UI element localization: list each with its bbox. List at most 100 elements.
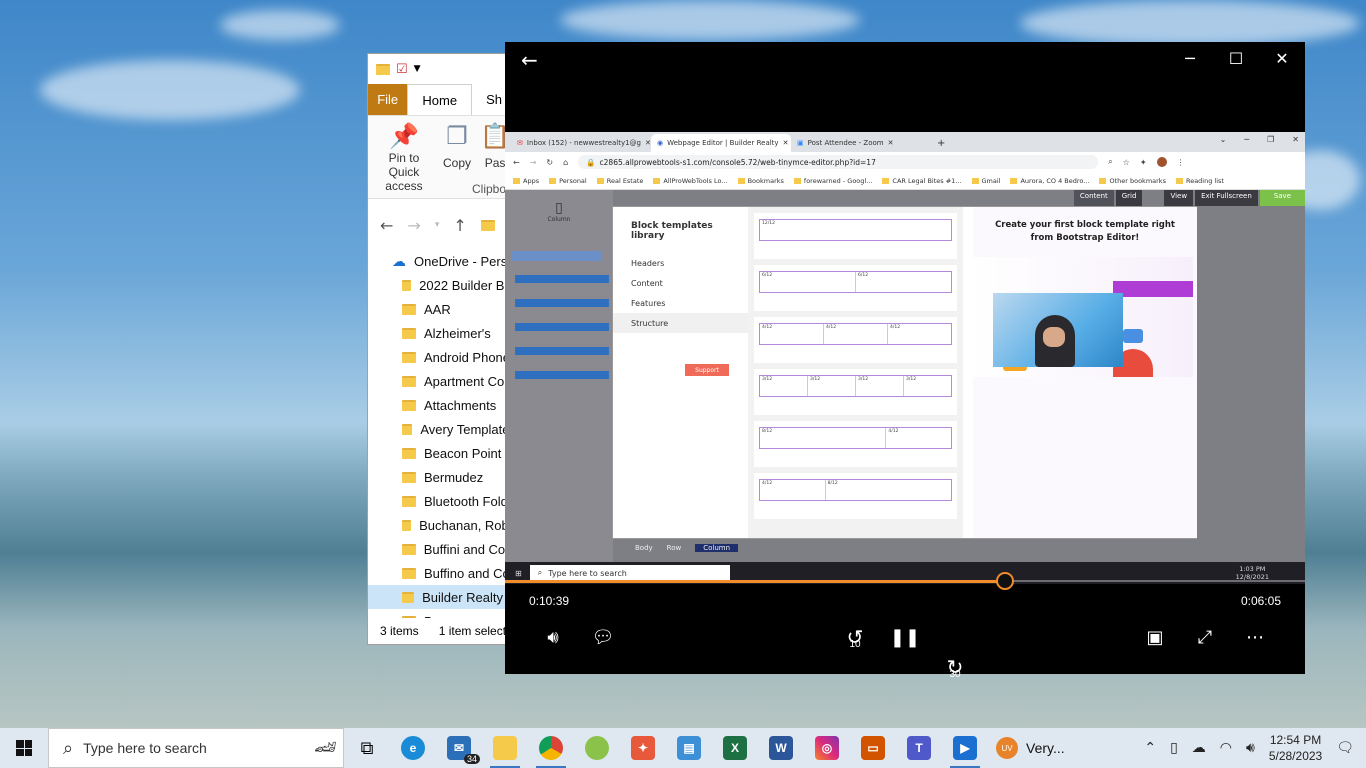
column-label: Column — [547, 216, 571, 223]
category-item: Features — [631, 298, 666, 308]
seek-bar[interactable] — [505, 572, 1305, 590]
file-explorer-button[interactable] — [482, 728, 528, 768]
tree-item-label: Bermudez — [424, 469, 484, 485]
tree-item-folder[interactable]: Buffino and Co — [368, 561, 516, 585]
category-item: Structure — [613, 313, 748, 333]
subtitles-icon[interactable]: 💬︎ — [583, 622, 623, 652]
tree-item-folder[interactable]: Builder Realty C — [368, 585, 516, 609]
bookmark-folder-icon — [513, 177, 520, 184]
media-player-window: ← ─ ☐ ✕ ✉ Inbox (152) - newwestrealty1@g ✕… — [505, 42, 1305, 680]
more-options-icon[interactable]: ⋯ — [1235, 622, 1275, 652]
maximize-icon[interactable]: ☐ — [1213, 42, 1259, 74]
video-omnibox-bar: ← → ↻ ⌂ 🔒 c2865.allprowebtools-s1.com/con… — [505, 152, 1305, 172]
pause-icon: ❚❚ — [889, 626, 921, 648]
back-icon[interactable]: ← — [380, 216, 393, 235]
tree-item-folder[interactable]: Avery Templates — [368, 417, 516, 441]
wifi-icon[interactable]: ◠ — [1220, 740, 1232, 756]
template-column: 8/12 — [760, 428, 887, 448]
app-button[interactable]: ✦ — [620, 728, 666, 768]
bookmark-item: Other bookmarks — [1099, 177, 1166, 185]
pause-button[interactable]: ❚❚ — [885, 622, 925, 652]
app-button[interactable] — [574, 728, 620, 768]
elapsed-time: 0:10:39 — [529, 594, 570, 608]
mini-view-icon[interactable]: ▣ — [1135, 622, 1175, 652]
size-bar — [515, 323, 609, 331]
video-frame[interactable]: ✉ Inbox (152) - newwestrealty1@g ✕ ◉ Webpag… — [505, 132, 1305, 584]
seek-thumb[interactable] — [996, 572, 1014, 590]
forward-icon[interactable]: → — [407, 216, 420, 235]
template-card: 3/12 3/12 3/12 3/12 — [754, 369, 957, 415]
app-button[interactable]: ▤ — [666, 728, 712, 768]
tree-item-folder[interactable]: Alzheimer's — [368, 321, 516, 345]
explorer-titlebar: ☑ ▼ — [368, 54, 516, 84]
folder-icon — [402, 423, 413, 435]
close-icon: ✕ — [645, 139, 651, 147]
bookmark-item: Aurora, CO 4 Bedro... — [1010, 177, 1089, 185]
tree-item-folder[interactable]: Bermudez — [368, 465, 516, 489]
tree-item-folder[interactable]: 2022 Builder Bre — [368, 273, 516, 297]
skip-forward-button[interactable]: ↻ 30 — [935, 652, 975, 682]
taskbar-clock[interactable]: 12:54 PM 5/28/2023 — [1269, 732, 1322, 764]
tree-item-folder[interactable]: Bluetooth Folde — [368, 489, 516, 513]
edge-button[interactable]: e — [390, 728, 436, 768]
chevron-down-icon[interactable]: ▼ — [414, 64, 421, 74]
teams-button[interactable]: T — [896, 728, 942, 768]
close-icon[interactable]: ✕ — [1259, 42, 1305, 74]
copy-button[interactable]: ❐ Copy — [440, 122, 474, 192]
chevron-down-icon[interactable]: ▾ — [435, 220, 440, 230]
notifications-icon[interactable]: 🗨︎ — [1336, 740, 1354, 756]
word-icon: W — [769, 736, 793, 760]
instagram-button[interactable]: ◎ — [804, 728, 850, 768]
template-card: 12/12 — [754, 213, 957, 259]
weather-widget[interactable]: UV Very... — [996, 737, 1065, 759]
onedrive-icon[interactable]: ☁ — [1192, 740, 1206, 756]
properties-icon[interactable]: ☑ — [396, 62, 408, 77]
tree-item-folder[interactable]: Android Phone — [368, 345, 516, 369]
category-item: Headers — [631, 258, 665, 268]
teams-icon: T — [907, 736, 931, 760]
tab-file[interactable]: File — [368, 84, 408, 115]
window-controls: ─ ☐ ✕ — [1167, 42, 1305, 74]
back-arrow-icon[interactable]: ← — [521, 48, 538, 72]
forward-icon: → — [529, 157, 537, 167]
desktop-cloud — [220, 10, 340, 40]
tree-item-folder[interactable]: Apartment Com — [368, 369, 516, 393]
tree-item-label: Buffino and Co — [424, 565, 510, 581]
chrome-button[interactable] — [528, 728, 574, 768]
tree-item-label: Apartment Com — [424, 373, 516, 389]
copy-label: Copy — [442, 156, 471, 170]
task-view-button[interactable]: ⧉ — [344, 728, 390, 768]
tree-item-folder[interactable]: Buffini and Com — [368, 537, 516, 561]
tree-item-onedrive[interactable]: ☁ OneDrive - Person — [368, 249, 516, 273]
folder-list: 2022 Builder Bre AAR Alzheimer's Android Ph… — [368, 273, 516, 633]
chevron-up-icon[interactable]: ⌃ — [1144, 740, 1156, 756]
editor-left-panel: ▯ Column — [505, 190, 613, 562]
taskbar-search[interactable]: ⌕ Type here to search 🏎 — [48, 728, 344, 768]
skip-back-button[interactable]: ↺ 10 — [835, 622, 875, 652]
tree-item-folder[interactable]: Buchanan, Robe — [368, 513, 516, 537]
movies-tv-button[interactable]: ▶ — [942, 728, 988, 768]
minimize-icon[interactable]: ─ — [1167, 42, 1213, 74]
tree-item-folder[interactable]: AAR — [368, 297, 516, 321]
template-row: 4/12 8/12 — [759, 479, 952, 501]
mail-button[interactable]: ✉ 34 — [436, 728, 482, 768]
pin-icon: 📌 — [389, 123, 419, 150]
pin-to-quick-access-button[interactable]: 📌 Pin to Quick access — [374, 122, 434, 193]
excel-button[interactable]: X — [712, 728, 758, 768]
editor-breadcrumb: Body Row Column — [635, 544, 739, 552]
fullscreen-icon[interactable]: ⤢ — [1185, 622, 1225, 652]
template-card: 4/12 4/12 4/12 — [754, 317, 957, 363]
app-button[interactable]: ▭ — [850, 728, 896, 768]
volume-icon[interactable]: 🔊︎ — [1246, 740, 1255, 756]
start-button[interactable] — [0, 728, 48, 768]
tree-item-label: Attachments — [424, 397, 497, 413]
taskbar-apps: ⧉ e ✉ 34 ✦ ▤ X W ◎ ▭ T ▶ UV Very... — [344, 728, 1065, 768]
tree-item-folder[interactable]: Beacon Point M — [368, 441, 516, 465]
tree-item-folder[interactable]: Attachments — [368, 393, 516, 417]
tab-home[interactable]: Home — [407, 84, 473, 115]
tree-item-label: AAR — [424, 301, 451, 317]
phone-link-icon[interactable]: ▯ — [1170, 740, 1178, 756]
volume-icon[interactable]: 🔊︎ — [533, 622, 573, 652]
word-button[interactable]: W — [758, 728, 804, 768]
up-icon[interactable]: ↑ — [453, 216, 466, 235]
